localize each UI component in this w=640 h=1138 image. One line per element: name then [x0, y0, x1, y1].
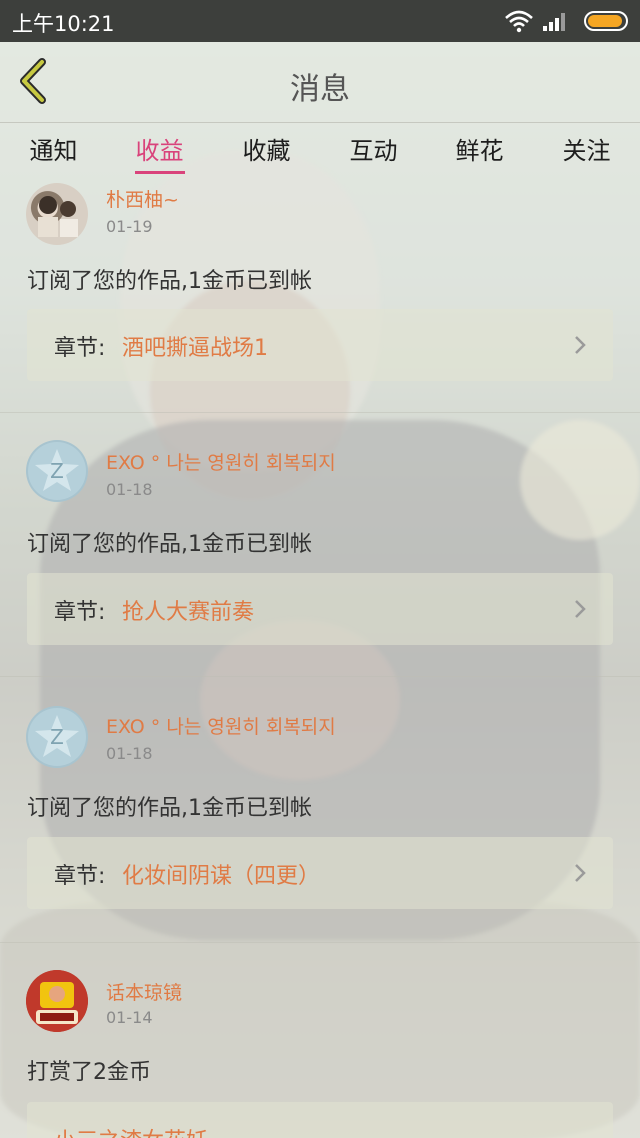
chapter-title: 化妆间阴谋（四更）	[122, 864, 321, 889]
chapter-link[interactable]: 小三之渣女花妖	[27, 1102, 613, 1138]
default-avatar-icon: Z	[28, 708, 86, 766]
chevron-right-icon	[575, 336, 586, 354]
avatar[interactable]: Z	[26, 440, 88, 502]
username[interactable]: EXO ° 나는 영원히 회복되지	[106, 448, 336, 475]
wifi-icon	[505, 10, 533, 33]
divider	[0, 412, 640, 413]
chapter-link[interactable]: 章节: 化妆间阴谋（四更）	[27, 837, 613, 909]
tab-favorites[interactable]: 收藏	[213, 131, 320, 166]
avatar-photo	[26, 970, 88, 1032]
username[interactable]: 朴西柚~	[106, 185, 179, 212]
message-item: 话本琼镜 01-14 打赏了2金币 小三之渣女花妖	[0, 970, 640, 1138]
chapter-link[interactable]: 章节: 酒吧撕逼战场1	[27, 309, 613, 381]
username[interactable]: EXO ° 나는 영원히 회복되지	[106, 712, 336, 739]
tab-label: 收藏	[242, 137, 291, 165]
username[interactable]: 话本琼镜	[106, 978, 182, 1005]
tab-label: 通知	[29, 137, 78, 165]
chapter-title: 酒吧撕逼战场1	[122, 336, 268, 361]
cellular-signal-icon	[543, 13, 565, 31]
chapter-title: 抢人大赛前奏	[122, 600, 255, 625]
message-date: 01-18	[106, 744, 153, 763]
chapter-prefix: 章节:	[54, 600, 106, 625]
tab-label: 关注	[562, 137, 611, 165]
tab-label: 鲜花	[455, 137, 504, 165]
chapter-title: 小三之渣女花妖	[54, 1123, 208, 1138]
svg-text:Z: Z	[50, 459, 64, 483]
message-date: 01-14	[106, 1008, 153, 1027]
battery-icon	[584, 11, 628, 31]
tab-notifications[interactable]: 通知	[0, 131, 107, 166]
tab-label: 互动	[349, 137, 398, 165]
avatar[interactable]	[26, 183, 88, 245]
svg-text:Z: Z	[50, 725, 64, 749]
message-text: 订阅了您的作品,1金币已到帐	[27, 796, 312, 821]
message-text: 订阅了您的作品,1金币已到帐	[27, 269, 312, 294]
header: 消息	[0, 42, 640, 123]
active-tab-indicator	[134, 171, 185, 174]
message-item: Z EXO ° 나는 영원히 회복되지 01-18 订阅了您的作品,1金币已到帐…	[0, 440, 640, 670]
divider	[0, 942, 640, 943]
tab-following[interactable]: 关注	[533, 131, 640, 166]
divider	[0, 676, 640, 677]
message-text: 打赏了2金币	[27, 1060, 151, 1085]
tab-label: 收益	[135, 137, 184, 165]
avatar[interactable]: Z	[26, 706, 88, 768]
chapter-link[interactable]: 章节: 抢人大赛前奏	[27, 573, 613, 645]
message-date: 01-19	[106, 217, 153, 236]
default-avatar-icon: Z	[28, 442, 86, 500]
page-title: 消息	[290, 72, 350, 107]
chevron-right-icon	[575, 600, 586, 618]
message-date: 01-18	[106, 480, 153, 499]
tab-flowers[interactable]: 鲜花	[426, 131, 533, 166]
avatar[interactable]	[26, 970, 88, 1032]
status-time: 上午10:21	[12, 12, 115, 36]
tab-bar: 通知 收益 收藏 互动 鲜花 关注	[0, 123, 640, 175]
message-item: Z EXO ° 나는 영원히 회복되지 01-18 订阅了您的作品,1金币已到帐…	[0, 706, 640, 936]
message-item: 朴西柚~ 01-19 订阅了您的作品,1金币已到帐 章节: 酒吧撕逼战场1	[0, 175, 640, 405]
chapter-prefix: 章节:	[54, 864, 106, 889]
avatar-photo	[38, 196, 78, 237]
chevron-right-icon	[575, 864, 586, 882]
tab-earnings[interactable]: 收益	[106, 131, 213, 174]
message-text: 订阅了您的作品,1金币已到帐	[27, 532, 312, 557]
tab-interactions[interactable]: 互动	[320, 131, 427, 166]
chapter-prefix: 章节:	[54, 336, 106, 361]
messages-page: 上午10:21 消息 通知 收益 收藏 互动 鲜花 关注 朴西柚~ 01-19 …	[0, 0, 640, 1138]
status-bar: 上午10:21	[0, 0, 640, 42]
